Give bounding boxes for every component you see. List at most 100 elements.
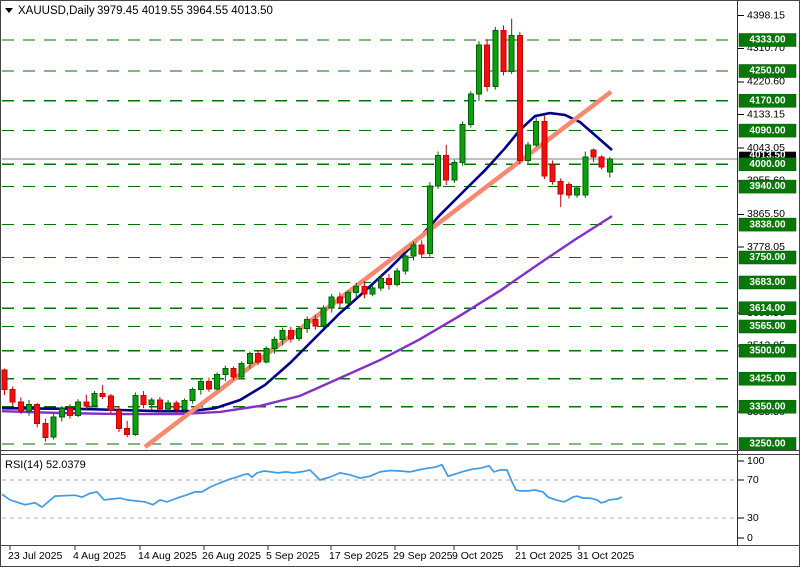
- price-level-badge-label: 3565.00: [749, 321, 786, 332]
- candle: [157, 397, 162, 412]
- chart-window: 4398.154310.704220.604133.154043.053955.…: [0, 0, 800, 567]
- date-label: 31 Oct 2025: [577, 550, 634, 562]
- price-level-badge-label: 3425.00: [749, 373, 786, 384]
- candle-body-down: [157, 400, 162, 409]
- candle-body-up: [92, 393, 97, 406]
- candle-body-down: [43, 424, 48, 438]
- candle-body-up: [476, 45, 481, 94]
- candle: [2, 369, 7, 395]
- candle-body-down: [550, 165, 555, 181]
- rsi-indicator-label: RSI(14) 52.0379: [5, 459, 86, 471]
- candle-body-up: [247, 354, 252, 364]
- candle-body-up: [264, 349, 269, 362]
- candle-body-up: [296, 328, 301, 338]
- candle-body-up: [427, 186, 432, 254]
- candle: [460, 121, 465, 165]
- candle-body-up: [59, 409, 64, 418]
- candle-body-up: [370, 288, 375, 294]
- candle-body-up: [452, 163, 457, 180]
- candle-body-up: [272, 340, 277, 349]
- price-level-badge-label: 4090.00: [749, 125, 786, 136]
- candle: [558, 178, 563, 207]
- candle-body-down: [419, 245, 424, 254]
- candle-body-down: [10, 390, 15, 403]
- candle-body-down: [313, 319, 318, 326]
- price-level-badge-label: 3350.00: [749, 401, 786, 412]
- candle: [509, 19, 514, 74]
- candle-body-up: [403, 256, 408, 271]
- trendline-layer: [145, 92, 611, 447]
- candle-body-up: [133, 396, 138, 435]
- price-level-lines: [2, 40, 737, 444]
- candle: [288, 327, 293, 343]
- candle: [264, 346, 269, 363]
- candle: [10, 387, 15, 406]
- candle: [239, 361, 244, 378]
- candle: [35, 403, 40, 427]
- candle-body-down: [117, 410, 122, 428]
- candle-body-down: [288, 331, 293, 339]
- ma-line-purple: [2, 216, 612, 414]
- candle-body-up: [395, 271, 400, 284]
- candle-body-up: [76, 402, 81, 415]
- candle-body-down: [362, 287, 367, 295]
- candle: [419, 240, 424, 258]
- trendline[interactable]: [145, 92, 611, 447]
- candle: [501, 25, 506, 75]
- candle-body-down: [485, 45, 490, 87]
- axis-tick-label: 4133.15: [747, 108, 785, 120]
- price-level-badge-label: 4250.00: [749, 66, 786, 77]
- candle-body-up: [51, 417, 56, 437]
- candle-body-up: [378, 278, 383, 288]
- candle: [591, 149, 596, 162]
- candle-body-up: [354, 287, 359, 293]
- candle-body-down: [444, 155, 449, 180]
- candle-body-up: [166, 403, 171, 409]
- candle-body-down: [35, 404, 40, 423]
- axis-tick-label: 4398.15: [747, 9, 785, 21]
- candle-body-up: [149, 400, 154, 405]
- candle-body-down: [599, 157, 604, 167]
- candle-body-up: [346, 293, 351, 303]
- candle-body-up: [583, 157, 588, 195]
- candle-body-down: [100, 393, 105, 396]
- candle-body-down: [207, 381, 212, 389]
- candle-body-up: [190, 390, 195, 401]
- candle: [108, 394, 113, 413]
- price-level-badge-label: 4170.00: [749, 95, 786, 106]
- candle-body-up: [575, 188, 580, 195]
- candle-body-up: [223, 369, 228, 375]
- candle: [526, 142, 531, 164]
- candle: [190, 387, 195, 403]
- price-chart-canvas[interactable]: 4398.154310.704220.604133.154043.053955.…: [0, 0, 800, 567]
- price-level-badge-label: 3614.00: [749, 303, 786, 314]
- candle: [125, 421, 130, 437]
- candle-body-down: [558, 181, 563, 194]
- rsi-panel: 10070300: [2, 455, 765, 544]
- candle: [403, 253, 408, 275]
- rsi-axis-label: 30: [747, 512, 759, 524]
- date-label: 23 Jul 2025: [8, 550, 62, 562]
- price-level-badge-label: 4000.00: [749, 159, 786, 170]
- candle-body-up: [27, 404, 32, 411]
- date-label: 4 Aug 2025: [73, 550, 126, 562]
- candle-body-down: [141, 396, 146, 405]
- price-level-badge-label: 3250.00: [749, 439, 786, 450]
- candle-body-down: [18, 402, 23, 411]
- candle-body-up: [436, 155, 441, 186]
- candle: [485, 39, 490, 91]
- date-label: 9 Oct 2025: [452, 550, 504, 562]
- candle-body-down: [337, 297, 342, 303]
- candle: [575, 186, 580, 198]
- price-level-badge-label: 4333.00: [749, 35, 786, 46]
- time-axis: 23 Jul 2025 4 Aug 2025 14 Aug 2025 26 Aug 2…: [8, 546, 634, 562]
- date-label: 14 Aug 2025: [138, 550, 197, 562]
- symbol-dropdown-icon[interactable]: [5, 8, 13, 13]
- candle: [444, 145, 449, 185]
- rsi-axis-label: 0: [747, 532, 753, 544]
- candle-body-down: [542, 121, 547, 176]
- date-label: 26 Aug 2025: [202, 550, 261, 562]
- candle-body-down: [591, 150, 596, 157]
- candle: [133, 393, 138, 436]
- candle: [141, 391, 146, 408]
